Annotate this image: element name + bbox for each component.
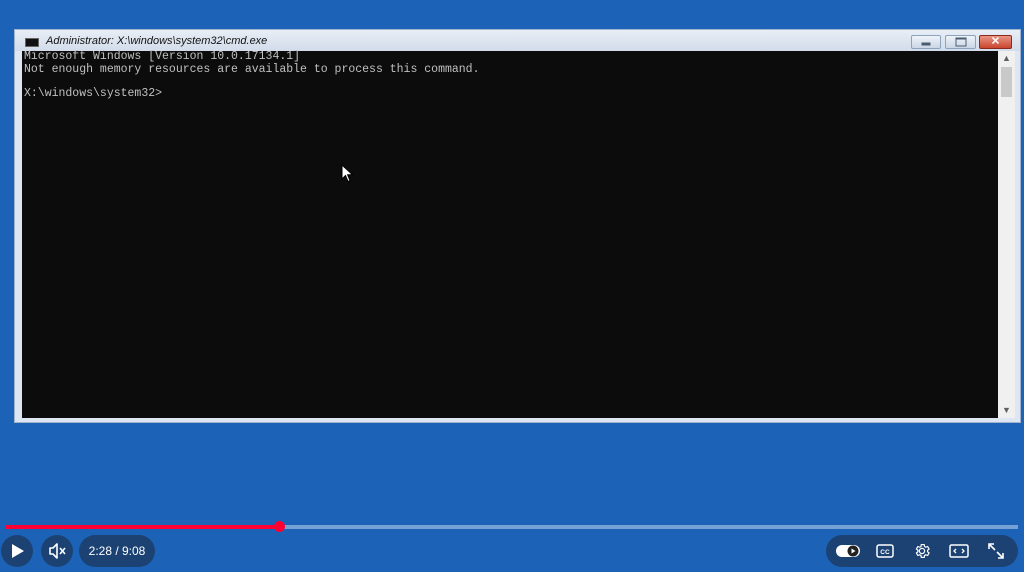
settings-button[interactable] xyxy=(904,535,940,567)
theater-mode-button[interactable] xyxy=(941,535,977,567)
console-line: Not enough memory resources are availabl… xyxy=(24,62,480,76)
autoplay-toggle[interactable] xyxy=(830,535,866,567)
maximize-button[interactable] xyxy=(945,35,976,49)
close-icon: ✕ xyxy=(990,35,1001,48)
console-output[interactable]: Microsoft Windows [Version 10.0.17134.1]… xyxy=(22,50,998,418)
window-title: Administrator: X:\windows\system32\cmd.e… xyxy=(46,35,268,47)
scroll-thumb[interactable] xyxy=(1001,67,1012,97)
progress-scrubber-handle[interactable] xyxy=(274,521,285,532)
fullscreen-icon xyxy=(988,543,1004,559)
play-button[interactable] xyxy=(1,535,33,567)
video-progress-bar[interactable] xyxy=(6,521,1018,532)
svg-text:CC: CC xyxy=(880,549,890,556)
player-right-controls: CC xyxy=(826,535,1018,567)
time-display: 2:28 / 9:08 xyxy=(79,535,155,567)
minimize-icon xyxy=(921,42,931,46)
captions-button[interactable]: CC xyxy=(867,535,903,567)
play-icon xyxy=(12,544,24,558)
vertical-scrollbar[interactable]: ▲ ▼ xyxy=(998,51,1015,418)
autoplay-toggle-icon xyxy=(836,545,860,557)
minimize-button[interactable] xyxy=(911,35,941,49)
console-prompt: X:\windows\system32> xyxy=(24,87,163,100)
title-bar[interactable]: Administrator: X:\windows\system32\cmd.e… xyxy=(15,30,1020,51)
cmd-window: Administrator: X:\windows\system32\cmd.e… xyxy=(14,29,1021,423)
mute-button[interactable] xyxy=(41,535,73,567)
mouse-cursor-icon xyxy=(341,164,354,183)
theater-mode-icon xyxy=(949,544,969,558)
maximize-icon xyxy=(955,37,966,47)
settings-icon xyxy=(915,543,930,559)
cmd-app-icon xyxy=(25,38,39,47)
scroll-down-icon[interactable]: ▼ xyxy=(998,403,1015,418)
captions-icon: CC xyxy=(876,544,894,558)
console-line: Microsoft Windows [Version 10.0.17134.1] xyxy=(24,50,301,63)
close-button[interactable]: ✕ xyxy=(979,35,1012,49)
fullscreen-button[interactable] xyxy=(978,535,1014,567)
mute-icon xyxy=(49,543,66,559)
video-progress-played xyxy=(6,525,279,529)
scroll-up-icon[interactable]: ▲ xyxy=(998,51,1015,66)
